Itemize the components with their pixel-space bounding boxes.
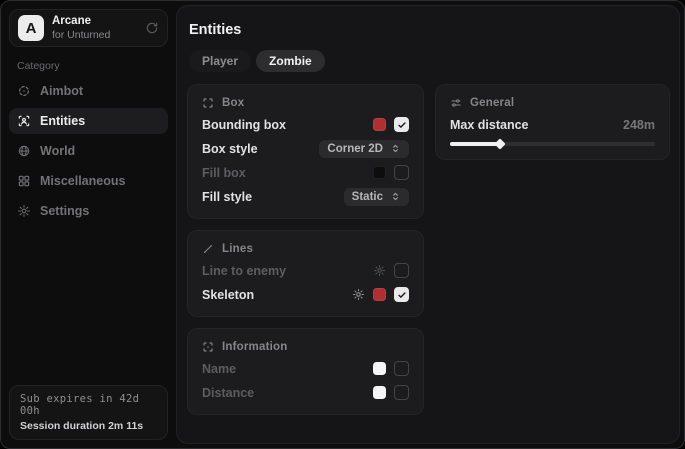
sliders-icon — [450, 97, 462, 109]
chevron-updown-icon — [390, 143, 401, 154]
tabbar: Player Zombie — [189, 50, 670, 72]
sidebar-item-label: Miscellaneous — [40, 174, 125, 188]
panel-title: Box — [222, 97, 244, 109]
panel-title: General — [470, 97, 514, 109]
max-distance-value: 248m — [623, 118, 655, 132]
grid-icon — [17, 174, 31, 188]
fill-box-checkbox[interactable] — [394, 165, 409, 180]
row-label: Bounding box — [202, 118, 286, 132]
session-duration-text: Session duration 2m 11s — [20, 420, 157, 432]
distance-row: Distance — [202, 384, 409, 401]
brand-title: Arcane — [52, 15, 137, 28]
line-to-enemy-checkbox[interactable] — [394, 263, 409, 278]
skeleton-row: Skeleton — [202, 286, 409, 303]
brand-logo: A — [18, 15, 44, 41]
row-label: Name — [202, 362, 236, 376]
color-swatch[interactable] — [373, 362, 386, 375]
lines-panel: Lines Line to enemy Skeleton — [187, 230, 424, 317]
max-distance-row: Max distance 248m — [450, 118, 655, 132]
color-swatch[interactable] — [373, 166, 386, 179]
skeleton-checkbox[interactable] — [394, 287, 409, 302]
sidebar-item-label: Entities — [40, 114, 85, 128]
color-swatch[interactable] — [373, 386, 386, 399]
person-scan-icon — [17, 114, 31, 128]
name-checkbox[interactable] — [394, 361, 409, 376]
general-panel: General Max distance 248m — [435, 84, 670, 160]
chevron-updown-icon — [390, 191, 401, 202]
sidebar-item-label: Aimbot — [40, 84, 83, 98]
row-label: Box style — [202, 142, 258, 156]
crosshair-icon — [17, 84, 31, 98]
distance-checkbox[interactable] — [394, 385, 409, 400]
tab-zombie[interactable]: Zombie — [256, 50, 325, 72]
panel-title: Information — [222, 341, 287, 353]
check-icon — [397, 290, 407, 300]
row-label: Fill style — [202, 190, 252, 204]
sidebar-item-label: Settings — [40, 204, 89, 218]
brand-subtitle: for Unturned — [52, 29, 137, 41]
tab-label: Zombie — [269, 54, 312, 68]
slider-thumb[interactable] — [495, 138, 506, 149]
select-value: Static — [352, 191, 383, 203]
row-label: Distance — [202, 386, 254, 400]
information-panel: Information Name Distance — [187, 328, 424, 415]
row-label: Max distance — [450, 118, 529, 132]
gear-icon[interactable] — [373, 264, 386, 277]
sidebar-item-aimbot[interactable]: Aimbot — [9, 78, 168, 104]
brand-card: A Arcane for Unturned — [9, 9, 168, 47]
row-label: Skeleton — [202, 288, 254, 302]
app-window: A Arcane for Unturned Category Aimbot En… — [0, 0, 685, 449]
globe-icon — [17, 144, 31, 158]
tab-label: Player — [202, 54, 238, 68]
page-title: Entities — [189, 22, 670, 38]
box-style-select[interactable]: Corner 2D — [319, 140, 409, 158]
line-to-enemy-row: Line to enemy — [202, 262, 409, 279]
box-panel: Box Bounding box Box style Corne — [187, 84, 424, 219]
box-style-row: Box style Corner 2D — [202, 140, 409, 157]
fill-style-select[interactable]: Static — [344, 188, 409, 206]
box-brackets-icon — [202, 97, 214, 109]
gear-icon — [17, 204, 31, 218]
sidebar-item-world[interactable]: World — [9, 138, 168, 164]
info-scan-icon — [202, 341, 214, 353]
check-icon — [397, 120, 407, 130]
gear-icon[interactable] — [352, 288, 365, 301]
row-label: Fill box — [202, 166, 246, 180]
sidebar-item-miscellaneous[interactable]: Miscellaneous — [9, 168, 168, 194]
category-label: Category — [17, 60, 168, 72]
sidebar-nav: Aimbot Entities World Miscellaneous Sett… — [9, 78, 168, 224]
tab-player[interactable]: Player — [189, 50, 251, 72]
sub-expiry-text: Sub expires in 42d 00h — [20, 393, 157, 417]
max-distance-slider[interactable] — [450, 142, 655, 146]
main-panel: Entities Player Zombie Box Bounding box — [176, 5, 680, 444]
slider-fill — [450, 142, 500, 146]
subscription-card: Sub expires in 42d 00h Session duration … — [9, 385, 168, 440]
name-row: Name — [202, 360, 409, 377]
row-label: Line to enemy — [202, 264, 286, 278]
bounding-box-checkbox[interactable] — [394, 117, 409, 132]
line-icon — [202, 243, 214, 255]
refresh-icon[interactable] — [145, 21, 159, 35]
sidebar-item-settings[interactable]: Settings — [9, 198, 168, 224]
select-value: Corner 2D — [327, 143, 383, 155]
fill-box-row: Fill box — [202, 164, 409, 181]
fill-style-row: Fill style Static — [202, 188, 409, 205]
color-swatch[interactable] — [373, 118, 386, 131]
sidebar-item-label: World — [40, 144, 75, 158]
color-swatch[interactable] — [373, 288, 386, 301]
panel-title: Lines — [222, 243, 253, 255]
sidebar-item-entities[interactable]: Entities — [9, 108, 168, 134]
sidebar: A Arcane for Unturned Category Aimbot En… — [1, 1, 176, 448]
bounding-box-row: Bounding box — [202, 116, 409, 133]
